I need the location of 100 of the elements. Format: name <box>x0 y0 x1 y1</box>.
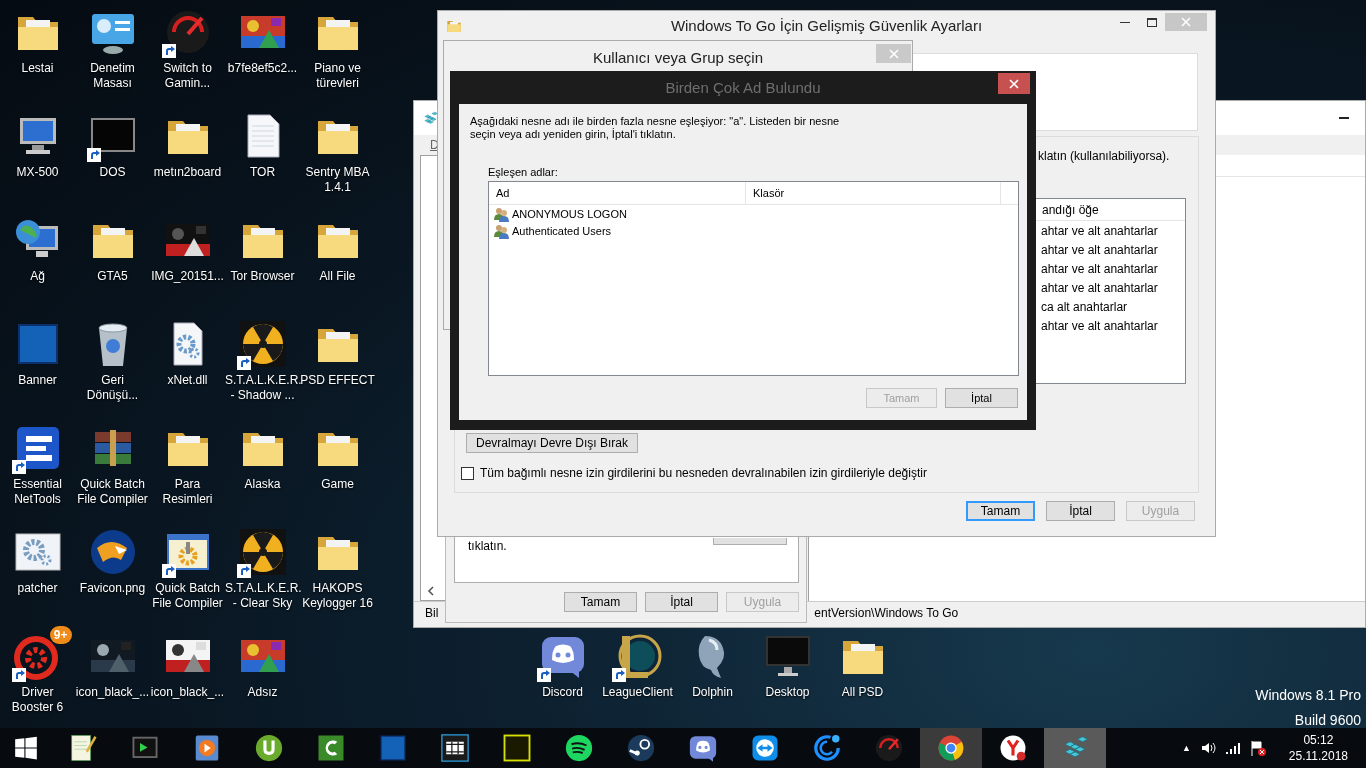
close-icon <box>1009 78 1019 89</box>
dialog-button[interactable]: Tamam <box>564 592 637 612</box>
signal-icon[interactable] <box>1224 740 1241 756</box>
icon-label[interactable]: Tor Browser <box>225 269 300 284</box>
users-icon <box>494 222 510 239</box>
icon-label[interactable]: Piano ve türevleri <box>300 61 375 91</box>
icon-label[interactable]: TOR <box>225 165 300 180</box>
list-cell: ahtar ve alt anahtarlar <box>1041 242 1158 257</box>
app-tile-icon <box>378 733 408 763</box>
icon-label[interactable]: Denetim Masası <box>75 61 150 91</box>
icon-label[interactable]: HAKOPS Keylogger 16 <box>300 581 375 611</box>
users-icon <box>494 205 510 222</box>
torrent-icon <box>254 733 284 763</box>
minimize-icon[interactable] <box>1120 21 1130 23</box>
radiation-icon[interactable] <box>238 528 287 576</box>
column-header[interactable]: Klasör <box>746 182 1001 204</box>
icon-label[interactable]: Sentry MBA 1.4.1 <box>300 165 375 195</box>
dialog-title: Kullanıcı veya Grup seçin <box>592 49 764 66</box>
icon-label[interactable]: Geri Dönüşü... <box>75 373 150 403</box>
hint-text: tıklatın. <box>468 539 507 553</box>
folder-icon <box>446 18 462 34</box>
icon-label[interactable]: patcher <box>0 581 75 596</box>
column-header[interactable]: andığı öğe <box>1042 202 1099 217</box>
hint-text: klatın (kullanılabiliyorsa). <box>1038 149 1170 163</box>
disable-inheritance-button[interactable]: Devralmayı Devre Dışı Bırak <box>466 433 638 453</box>
chat-icon <box>688 733 718 763</box>
icon-label[interactable]: Banner <box>0 373 75 388</box>
icon-label[interactable]: All PSD <box>825 685 900 700</box>
taskbar-button[interactable] <box>920 728 982 768</box>
browser-icon <box>936 733 966 763</box>
icon-label[interactable]: LeagueClient <box>600 685 675 700</box>
show-hidden-icons[interactable]: ▲ <box>1181 743 1191 753</box>
radiation-icon[interactable] <box>238 320 287 368</box>
dialog-button[interactable]: İptal <box>945 388 1018 408</box>
tile-icon <box>316 733 346 763</box>
gauge-icon <box>874 733 904 763</box>
dialog-button[interactable]: İptal <box>645 592 718 612</box>
remote-icon <box>750 733 780 763</box>
build-label: Build 9600 <box>1294 711 1361 730</box>
music-icon <box>564 733 594 763</box>
icon-label[interactable]: S.T.A.L.K.E.R. - Shadow ... <box>225 373 300 403</box>
edition-label: Windows 8.1 Pro <box>1255 686 1361 705</box>
icon-label[interactable]: IMG_20151... <box>150 269 225 284</box>
icon-label[interactable]: Switch to Gamin... <box>150 61 225 91</box>
icon-label[interactable]: Quick Batch File Compiler <box>150 581 225 611</box>
status-path: entVersion\Windows To Go <box>813 605 959 620</box>
status-text: Bil <box>424 605 439 620</box>
icon-label[interactable]: icon_black_... <box>150 685 225 700</box>
scroll-left-icon[interactable] <box>427 586 435 596</box>
dialog-button[interactable]: İptal <box>1046 501 1115 521</box>
column-header[interactable]: Ad <box>489 182 746 204</box>
icon-label[interactable]: Ağ <box>0 269 75 284</box>
close-icon <box>888 48 899 59</box>
icon-label[interactable]: All File <box>300 269 375 284</box>
close-button[interactable] <box>998 73 1030 94</box>
notification-badge: 9+ <box>49 626 72 644</box>
list-cell: ahtar ve alt anahtarlar <box>1041 223 1158 238</box>
icon-label[interactable]: MX-500 <box>0 165 75 180</box>
list-item[interactable]: Authenticated Users <box>489 222 1018 239</box>
icon-label[interactable]: Lestai <box>0 61 75 76</box>
maximize-icon[interactable] <box>1147 17 1157 27</box>
dialog-title: Birden Çok Ad Bulundu <box>665 79 821 96</box>
speaker-icon[interactable] <box>1199 740 1216 756</box>
icon-label[interactable]: Discord <box>525 685 600 700</box>
icon-label[interactable]: DOS <box>75 165 150 180</box>
icon-label[interactable]: icon_black_... <box>75 685 150 700</box>
flag-icon[interactable] <box>1249 740 1266 756</box>
clock-date[interactable]: 25.11.2018 <box>1288 748 1348 764</box>
clock-time[interactable]: 05:12 <box>1303 732 1334 748</box>
icon-label[interactable]: Quick Batch File Compiler <box>75 477 150 507</box>
icon-label[interactable]: metın2board <box>150 165 225 180</box>
icon-label[interactable]: Game <box>300 477 375 492</box>
list-cell: ahtar ve alt anahtarlar <box>1041 261 1158 276</box>
close-icon <box>1181 17 1191 27</box>
icon-label[interactable]: S.T.A.L.K.E.R. - Clear Sky <box>225 581 300 611</box>
icon-label[interactable]: Dolphin <box>675 685 750 700</box>
cubes-icon <box>422 109 439 127</box>
icon-label[interactable]: Para Resimleri <box>150 477 225 507</box>
checkbox-label[interactable]: Tüm bağımlı nesne izin girdilerini bu nesneden devralınabilen izin girdileriyle değiştir <box>480 466 927 480</box>
windows-logo-icon <box>13 735 39 761</box>
icon-label[interactable]: PSD EFFECT <box>300 373 375 388</box>
dialog-button[interactable]: Tamam <box>966 501 1035 521</box>
list-item[interactable]: ANONYMOUS LOGON <box>489 205 1018 222</box>
checkbox[interactable] <box>461 466 474 480</box>
list-cell: ahtar ve alt anahtarlar <box>1041 318 1158 333</box>
icon-label[interactable]: Favicon.png <box>75 581 150 596</box>
icon-label[interactable]: Essential NetTools <box>0 477 75 507</box>
film-icon <box>440 733 470 763</box>
refresh-icon <box>812 733 842 763</box>
window-title: Windows To Go İçin Gelişmiş Güvenlik Ayarları <box>670 17 983 34</box>
list-cell: ca alt anahtarlar <box>1041 299 1128 314</box>
icon-label[interactable]: Alaska <box>225 477 300 492</box>
round-emblem-icon[interactable] <box>88 528 137 576</box>
icon-label[interactable]: Desktop <box>750 685 825 700</box>
icon-label[interactable]: xNet.dll <box>150 373 225 388</box>
icon-label[interactable]: Adsız <box>225 685 300 700</box>
notepad-icon <box>68 733 98 763</box>
icon-label[interactable]: b7fe8ef5c2... <box>225 61 300 76</box>
icon-label[interactable]: Driver Booster 6 <box>0 685 75 715</box>
icon-label[interactable]: GTA5 <box>75 269 150 284</box>
